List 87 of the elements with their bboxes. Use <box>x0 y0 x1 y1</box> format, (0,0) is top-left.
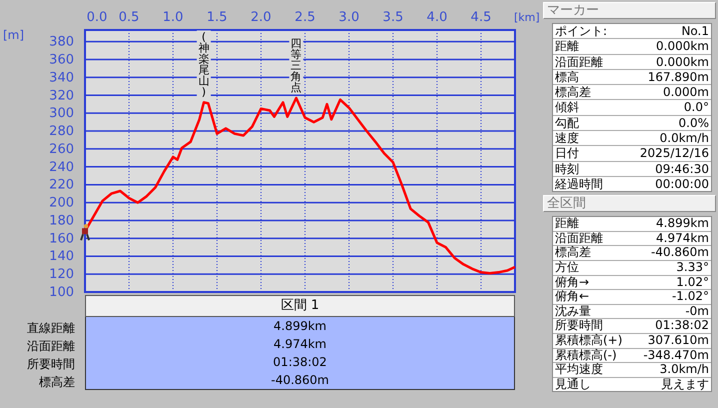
y-tick-label: 220 <box>49 178 74 193</box>
y-tick-label: 120 <box>49 267 74 282</box>
row-label: 直線距離 <box>26 320 75 337</box>
field-value: 2025/12/16 <box>640 146 709 161</box>
x-tick-label: 4.5 <box>470 10 492 25</box>
field-value: -40.860m <box>650 246 709 260</box>
field-value: 0.0% <box>678 116 709 130</box>
field-label: 標高 <box>555 70 579 84</box>
row-value: 4.974km <box>272 336 328 353</box>
field-label: 時刻 <box>555 162 579 176</box>
field-value: 01:38:02 <box>655 319 709 334</box>
y-tick-label: 300 <box>49 106 74 122</box>
x-tick-label: 0.0 <box>86 10 108 25</box>
x-tick-label: 3.0 <box>338 10 360 25</box>
y-tick-label: 180 <box>49 213 74 228</box>
row-label: 所要時間 <box>26 356 75 373</box>
row-label: 標高差 <box>38 374 75 391</box>
y-tick-label: 280 <box>49 124 74 140</box>
field-label: 沿面距離 <box>555 54 603 69</box>
y-tick-label: 380 <box>49 34 74 50</box>
field-label: 距離 <box>555 39 579 54</box>
field-label: 沿面距離 <box>555 232 603 246</box>
field-value: 0.000km <box>656 54 709 69</box>
field-label: 標高差 <box>555 246 591 260</box>
field-value: 3.33° <box>676 261 709 275</box>
y-tick-label: 100 <box>49 285 74 298</box>
field-label: 方位 <box>555 261 579 275</box>
field-value: No.1 <box>681 24 709 38</box>
axis-unit-label: [km] <box>514 11 540 24</box>
y-tick-label: 340 <box>49 70 74 86</box>
row-value: -40.860m <box>270 372 330 389</box>
field-label: 距離 <box>555 217 579 231</box>
field-value: 167.890m <box>648 70 709 84</box>
field-value: -0m <box>685 304 709 318</box>
field-value: 0.0km/h <box>660 131 709 146</box>
x-tick-label: 4.0 <box>426 10 448 25</box>
field-label: 所要時間 <box>555 319 603 334</box>
y-tick-label: 240 <box>49 160 74 175</box>
row-label: 沿面距離 <box>26 338 75 355</box>
annotation-label: 四等三角点 <box>290 36 302 94</box>
field-label: 沈み量 <box>555 304 591 318</box>
axis-unit-label: [m] <box>3 28 24 42</box>
x-tick-label: 2.0 <box>250 10 272 25</box>
field-value: 307.610m <box>648 334 709 348</box>
field-label: 経過時間 <box>555 176 603 192</box>
field-value: 0.0° <box>684 100 709 115</box>
x-tick-label: 1.0 <box>162 10 184 25</box>
field-value: 3.0km/h <box>660 363 709 377</box>
x-tick-label: 3.5 <box>382 10 404 25</box>
row-value: 01:38:02 <box>272 354 328 371</box>
field-value: 見えます <box>661 378 709 392</box>
row-value: 4.899km <box>272 318 328 335</box>
field-value: 00:00:00 <box>655 176 709 192</box>
y-tick-label: 260 <box>49 142 74 157</box>
hiker-icon[interactable] <box>80 224 90 242</box>
field-label: ポイント: <box>555 24 608 38</box>
y-tick-label: 140 <box>49 249 74 264</box>
field-value: 09:46:30 <box>655 162 709 176</box>
field-label: 傾斜 <box>555 100 579 115</box>
field-label: 日付 <box>555 146 579 161</box>
annotation-label: (神楽尾山) <box>198 30 210 98</box>
x-tick-label: 1.5 <box>206 10 228 25</box>
y-tick-label: 160 <box>49 231 74 246</box>
y-tick-label: 200 <box>49 196 74 211</box>
x-tick-label: 2.5 <box>294 10 316 25</box>
field-label: 俯角← <box>555 290 590 304</box>
field-label: 標高差 <box>555 85 591 100</box>
section-header[interactable]: 区間 1 <box>85 295 515 317</box>
field-label: 見通し <box>555 378 591 392</box>
field-value: -1.02° <box>672 290 709 304</box>
y-tick-label: 360 <box>49 52 74 68</box>
field-value: 0.000m <box>662 85 709 100</box>
panel-header: 全区間 <box>543 195 716 212</box>
x-tick-label: 0.5 <box>118 10 140 25</box>
field-label: 速度 <box>555 131 579 146</box>
field-label: 累積標高(+) <box>555 334 622 348</box>
field-value: 0.000km <box>656 39 709 54</box>
field-value: 4.974km <box>656 232 709 246</box>
field-label: 平均速度 <box>555 363 603 377</box>
field-label: 俯角→ <box>555 276 590 290</box>
field-value: -348.470m <box>643 348 709 362</box>
field-label: 勾配 <box>555 116 579 130</box>
field-label: 累積標高(-) <box>555 348 617 362</box>
field-value: 1.02° <box>676 276 709 290</box>
field-value: 4.899km <box>656 217 709 231</box>
y-tick-label: 320 <box>49 88 74 104</box>
panel-header: マーカー <box>543 2 716 19</box>
